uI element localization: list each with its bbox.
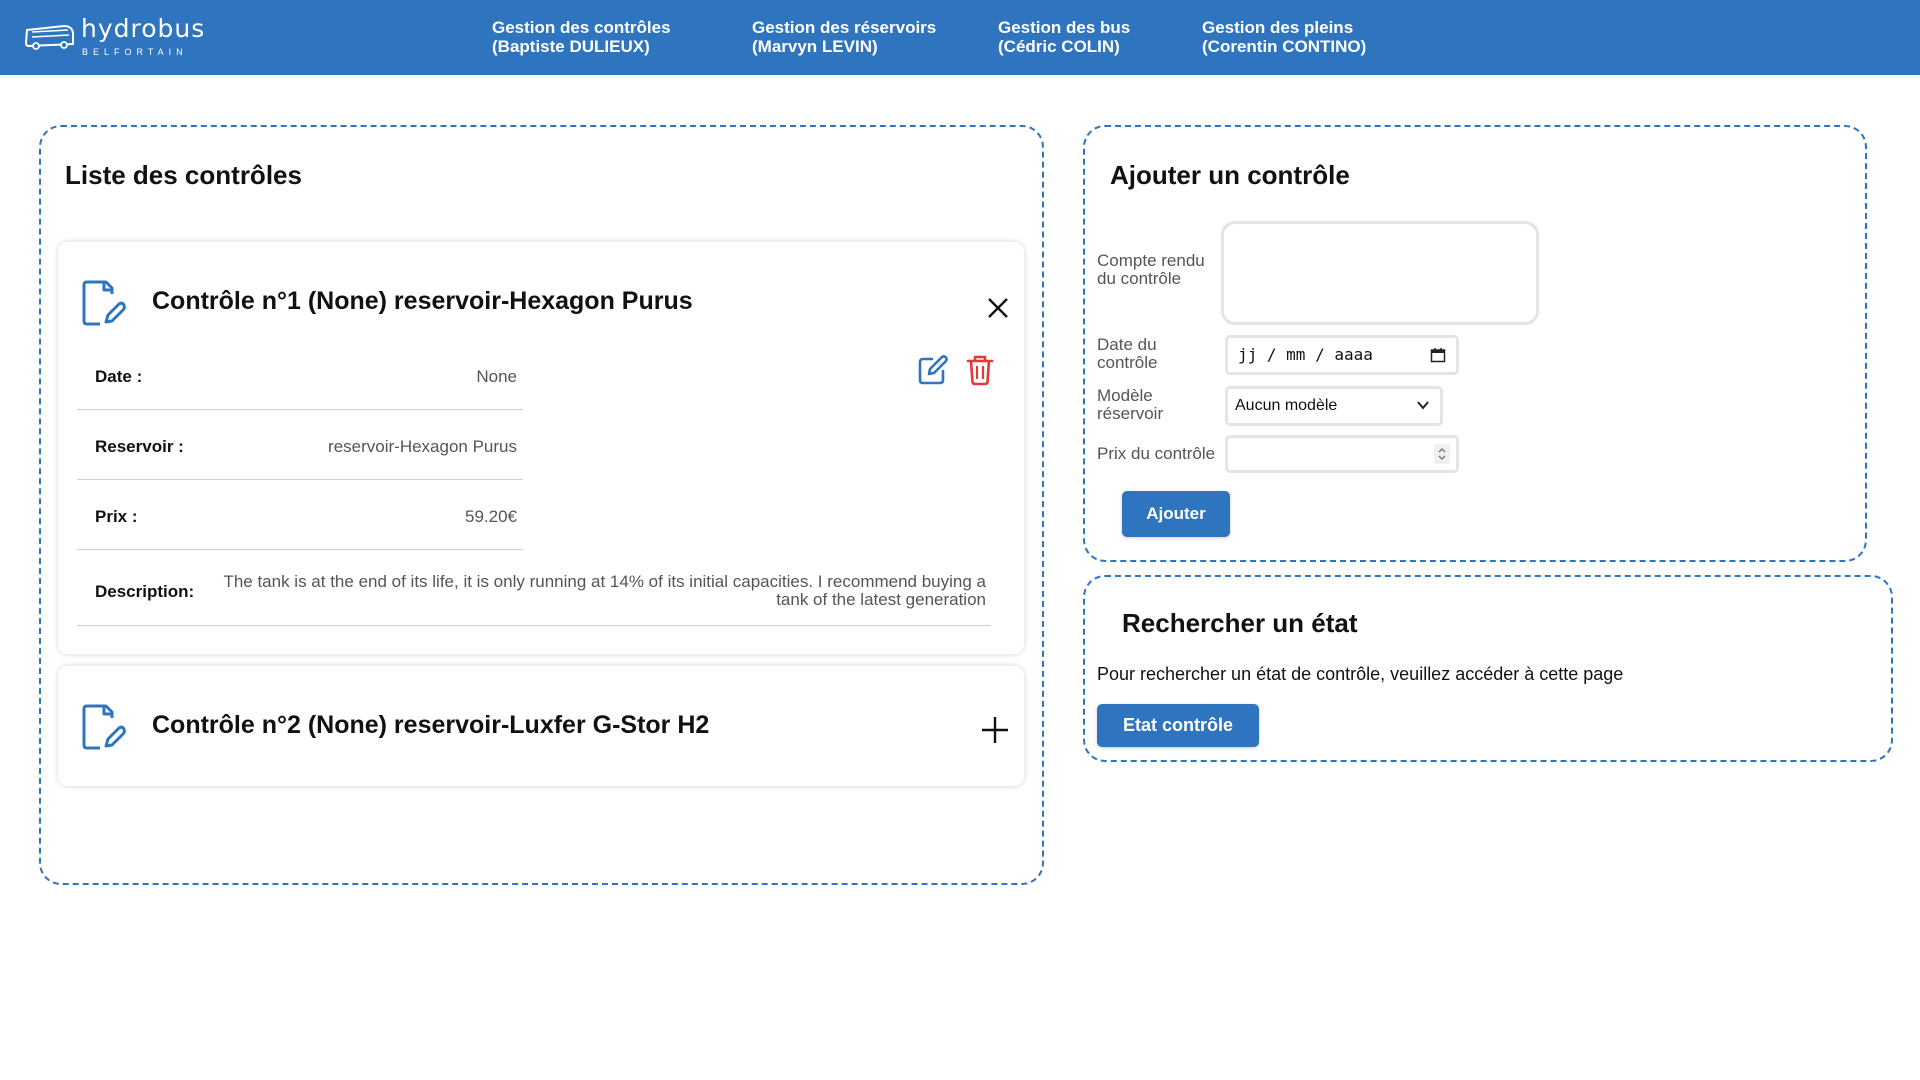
field-value: reservoir-Hexagon Purus bbox=[328, 437, 517, 456]
description-value: The tank is at the end of its life, it i… bbox=[223, 573, 986, 609]
model-select[interactable]: Aucun modèle bbox=[1225, 386, 1443, 426]
label-line: Modèle bbox=[1097, 386, 1153, 405]
label-line: du contrôle bbox=[1097, 269, 1182, 288]
calendar-icon[interactable] bbox=[1430, 347, 1446, 363]
control-card-2[interactable]: Contrôle n°2 (None) reservoir-Luxfer G-S… bbox=[58, 666, 1024, 786]
label-line: Compte rendu bbox=[1097, 251, 1205, 270]
field-label: Description: bbox=[95, 582, 195, 601]
document-edit-icon bbox=[82, 280, 126, 326]
report-label: Compte rendu du contrôle bbox=[1097, 252, 1205, 288]
field-label: Prix : bbox=[95, 507, 138, 526]
label-line: Date du bbox=[1097, 335, 1157, 354]
date-placeholder: jj / mm / aaaa bbox=[1238, 345, 1373, 364]
date-input[interactable]: jj / mm / aaaa bbox=[1225, 335, 1459, 375]
nav-label: Gestion des pleins bbox=[1202, 18, 1354, 37]
nav-label: Gestion des réservoirs bbox=[752, 18, 937, 37]
controls-list-title: Liste des contrôles bbox=[65, 160, 302, 190]
nav-sublabel: (Marvyn LEVIN) bbox=[752, 37, 878, 56]
hydrobus-logo[interactable]: hydrobus BELFORTAIN bbox=[24, 14, 214, 60]
field-label: Reservoir : bbox=[95, 437, 184, 456]
search-state-title: Rechercher un état bbox=[1122, 608, 1358, 638]
field-value: None bbox=[476, 367, 517, 386]
add-button[interactable]: Ajouter bbox=[1122, 491, 1230, 537]
search-state-text: Pour rechercher un état de contrôle, veu… bbox=[1097, 664, 1624, 684]
description-line: The tank is at the end of its life, it i… bbox=[223, 572, 986, 591]
top-navbar: hydrobus BELFORTAIN Gestion des contrôle… bbox=[0, 0, 1920, 75]
number-spinner[interactable] bbox=[1434, 444, 1450, 464]
add-control-panel: Ajouter un contrôle Compte rendu du cont… bbox=[1083, 125, 1867, 562]
date-label: Date du contrôle bbox=[1097, 336, 1157, 372]
nav-gestion-controles[interactable]: Gestion des contrôles (Baptiste DULIEUX) bbox=[492, 18, 671, 56]
control-card-title: Contrôle n°1 (None) reservoir-Hexagon Pu… bbox=[152, 287, 693, 315]
nav-label: Gestion des contrôles bbox=[492, 18, 671, 37]
chevron-down-icon bbox=[1417, 401, 1429, 410]
model-label: Modèle réservoir bbox=[1097, 387, 1163, 423]
document-edit-icon bbox=[82, 704, 126, 750]
brand-name: hydrobus bbox=[81, 14, 206, 43]
description-line: tank of the latest generation bbox=[776, 590, 986, 609]
price-input[interactable] bbox=[1225, 435, 1459, 473]
edit-icon[interactable] bbox=[916, 354, 948, 386]
nav-gestion-reservoirs[interactable]: Gestion des réservoirs (Marvyn LEVIN) bbox=[752, 18, 936, 56]
spinner-arrows-icon bbox=[1438, 448, 1446, 460]
label-line: contrôle bbox=[1097, 353, 1158, 372]
price-label: Prix du contrôle bbox=[1097, 444, 1216, 463]
field-row-date: Date : None bbox=[77, 340, 523, 410]
nav-sublabel: (Baptiste DULIEUX) bbox=[492, 37, 650, 56]
plus-icon[interactable] bbox=[981, 716, 1009, 744]
field-row-description: Description: The tank is at the end of i… bbox=[77, 550, 991, 626]
field-row-reservoir: Reservoir : reservoir-Hexagon Purus bbox=[77, 410, 523, 480]
field-label: Date : bbox=[95, 367, 143, 386]
label-line: réservoir bbox=[1097, 404, 1164, 423]
nav-gestion-bus[interactable]: Gestion des bus (Cédric COLIN) bbox=[998, 18, 1130, 56]
control-card-title: Contrôle n°2 (None) reservoir-Luxfer G-S… bbox=[152, 711, 710, 739]
nav-gestion-pleins[interactable]: Gestion des pleins (Corentin CONTINO) bbox=[1202, 18, 1366, 56]
field-row-price: Prix : 59.20€ bbox=[77, 480, 523, 550]
report-textarea[interactable] bbox=[1221, 221, 1539, 325]
control-card-1: Contrôle n°1 (None) reservoir-Hexagon Pu… bbox=[58, 242, 1024, 654]
trash-icon[interactable] bbox=[966, 354, 994, 386]
etat-controle-button[interactable]: Etat contrôle bbox=[1097, 704, 1259, 747]
nav-sublabel: (Corentin CONTINO) bbox=[1202, 37, 1367, 56]
add-control-title: Ajouter un contrôle bbox=[1110, 160, 1350, 190]
bus-icon bbox=[24, 24, 74, 50]
nav-sublabel: (Cédric COLIN) bbox=[998, 37, 1120, 56]
field-value: 59.20€ bbox=[465, 507, 517, 526]
brand-city: BELFORTAIN bbox=[82, 47, 188, 57]
nav-label: Gestion des bus bbox=[998, 18, 1131, 37]
model-selected-value: Aucun modèle bbox=[1235, 397, 1338, 414]
search-state-panel: Rechercher un état Pour rechercher un ét… bbox=[1083, 575, 1893, 762]
close-icon[interactable] bbox=[987, 297, 1009, 319]
